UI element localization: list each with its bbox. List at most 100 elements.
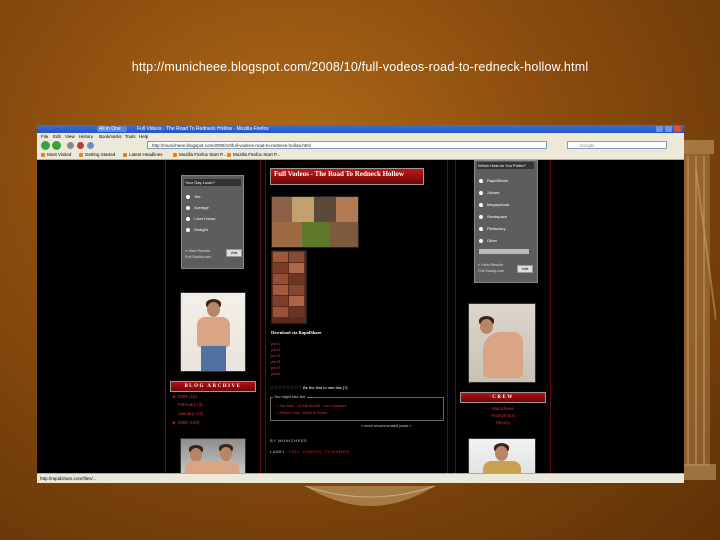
taskbar-tab-label: All in One (99, 126, 121, 132)
bookmark-item[interactable]: Latest Headlines (123, 151, 163, 159)
stop-icon[interactable] (77, 142, 84, 149)
menu-edit[interactable]: Edit (53, 133, 61, 140)
radio-icon[interactable] (479, 178, 483, 183)
post-title[interactable]: Full Vodeos - The Road To Redneck Hollow (270, 168, 424, 185)
dvd-cover-image[interactable] (271, 196, 359, 248)
poll-option[interactable]: Average (186, 205, 209, 211)
host-view-results[interactable]: » View Results (478, 263, 503, 268)
grid-tile (273, 274, 288, 284)
poll-option[interactable]: Straight (186, 227, 208, 233)
screenshot-grid-image[interactable] (271, 250, 307, 324)
radio-icon[interactable] (479, 202, 483, 207)
forward-icon[interactable] (52, 141, 61, 150)
figure-torso (185, 461, 239, 473)
part-link[interactable]: part3 (271, 353, 280, 359)
menu-help[interactable]: Help (139, 133, 148, 140)
radio-icon[interactable] (479, 238, 483, 243)
page-content: Your Gay Lover? Yes Average I don't know… (37, 160, 684, 473)
poll-credit[interactable]: Poll Daddy.com (185, 255, 211, 260)
host-option[interactable]: Zshare (479, 190, 499, 195)
menu-file[interactable]: File (41, 133, 48, 140)
part-link[interactable]: part6 (271, 371, 280, 377)
sidebar-photo-3[interactable] (468, 303, 536, 383)
cover-tile (272, 222, 302, 247)
host-option[interactable]: Megaupload (479, 202, 509, 207)
more-recommended-link[interactable]: » more recommended posts » (361, 424, 411, 428)
post-column: Full Vodeos - The Road To Redneck Hollow (265, 160, 448, 473)
back-icon[interactable] (41, 141, 50, 150)
cover-tile (330, 222, 358, 247)
host-option[interactable]: Other (479, 238, 497, 243)
bookmark-item[interactable]: Getting Started (79, 151, 115, 159)
radio-icon[interactable] (479, 226, 483, 231)
menu-history[interactable]: History (79, 133, 93, 140)
radio-icon[interactable] (186, 227, 190, 232)
rating-stars-icon[interactable]: ☆☆☆☆☆☆☆☆ (270, 385, 302, 391)
grid-tile (289, 307, 304, 317)
archive-month[interactable]: January (12) (178, 411, 203, 417)
radio-icon[interactable] (186, 194, 190, 199)
archive-year-2009[interactable]: ► 2009 (15) (172, 394, 197, 400)
poll-option-label: I don't know (194, 216, 216, 221)
part-link[interactable]: part5 (271, 365, 280, 371)
address-bar[interactable]: http://municheee.blogspot.com/2008/10/fu… (147, 141, 547, 149)
cover-tile (292, 197, 314, 222)
host-option[interactable]: Sendspace (479, 214, 507, 219)
radio-icon[interactable] (479, 214, 483, 219)
home-icon[interactable] (87, 142, 94, 149)
scale-dish-icon (304, 485, 436, 506)
maximize-button[interactable] (665, 126, 672, 132)
crew-member[interactable]: Moony (456, 420, 550, 426)
radio-icon[interactable] (186, 216, 190, 221)
bookmark-item[interactable]: Mozilla Firefox Start P... (173, 151, 226, 159)
radio-icon[interactable] (186, 205, 190, 210)
host-option-label: Other (487, 238, 498, 243)
archive-year-2008[interactable]: ► 2008 (100) (172, 420, 199, 426)
reload-icon[interactable] (67, 142, 74, 149)
host-option[interactable]: Filefactory (479, 226, 505, 231)
menu-bookmarks[interactable]: Bookmarks (99, 133, 122, 140)
sidebar-photo-4[interactable] (468, 438, 536, 473)
grid-tile (289, 274, 304, 284)
related-post-link[interactable]: • Petra Cody · Brick & Stone (277, 410, 327, 415)
grid-tile (273, 296, 288, 306)
crew-member[interactable]: Anonymous (456, 413, 550, 419)
menu-view[interactable]: View (65, 133, 75, 140)
host-poll-title: Which Host do You Prefer? (477, 162, 534, 169)
post-labels: LABEL: FULL VIDEOS, TITANMEN (270, 449, 350, 454)
minimize-button[interactable] (656, 126, 663, 132)
vote-button[interactable]: Vote (226, 249, 242, 257)
grid-tile (273, 307, 288, 317)
part-link[interactable]: part4 (271, 359, 280, 365)
cover-tile (302, 222, 330, 247)
grid-tile (289, 263, 304, 273)
other-text-input[interactable] (479, 249, 529, 254)
sidebar-photo-2[interactable] (180, 438, 246, 473)
poll-view-results[interactable]: » View Results (185, 249, 210, 254)
host-vote-button[interactable]: Vote (517, 265, 533, 273)
poll-option[interactable]: Yes (186, 194, 201, 200)
archive-month[interactable]: February (3) (178, 402, 203, 408)
figure-head (207, 302, 220, 317)
sidebar-photo[interactable] (180, 292, 246, 372)
taskbar-tab[interactable]: All in One (97, 126, 127, 132)
figure-torso (197, 317, 230, 347)
search-input[interactable]: Google (567, 141, 667, 149)
part-link[interactable]: part2 (271, 347, 280, 353)
host-option-label: RapidShare (487, 178, 509, 183)
poll-option[interactable]: I don't know (186, 216, 215, 222)
bookmark-item[interactable]: Mozilla Firefox Start P... (227, 151, 280, 159)
crew-member[interactable]: Municheee (456, 406, 550, 412)
host-poll-credit[interactable]: Poll Daddy.com (478, 269, 504, 274)
host-option[interactable]: RapidShare (479, 178, 508, 183)
related-post-link[interactable]: • Jax Max · of the Month · Leo Giamani (277, 403, 346, 408)
status-bar: http://rapidshare.com/files/... (37, 473, 684, 483)
menu-tools[interactable]: Tools (125, 133, 136, 140)
part-link[interactable]: part1 (271, 341, 280, 347)
radio-icon[interactable] (479, 190, 483, 195)
slide-caption: http://municheee.blogspot.com/2008/10/fu… (131, 60, 589, 74)
bookmark-item[interactable]: Most Visited (41, 151, 71, 159)
close-button[interactable] (674, 126, 681, 132)
label-links[interactable]: FULL VIDEOS, TITANMEN (289, 449, 350, 454)
download-heading: Download via RapidShare (271, 330, 322, 335)
